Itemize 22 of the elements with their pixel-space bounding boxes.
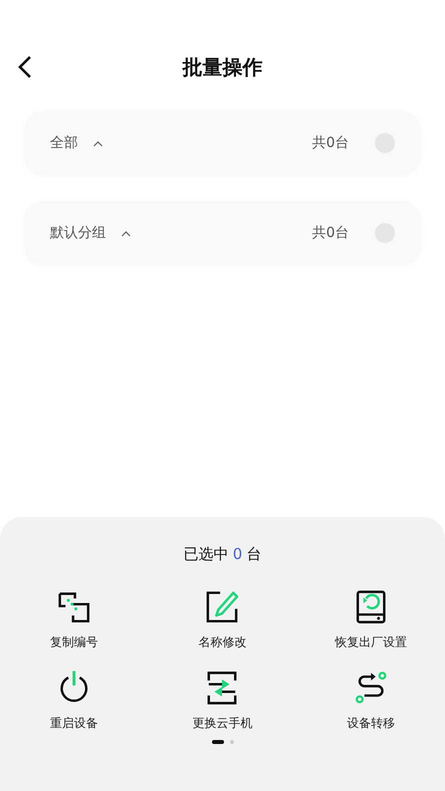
device-count: 共0台 — [312, 134, 349, 152]
page-indicator[interactable] — [212, 740, 224, 744]
group-row[interactable]: 默认分组 共0台 — [24, 201, 421, 265]
selected-count-text: 已选中 0 台 — [184, 545, 262, 564]
group-row[interactable]: 全部 共0台 — [24, 111, 421, 175]
group-name: 默认分组 — [50, 224, 106, 242]
action-button[interactable]: 更换云手机 — [148, 671, 297, 732]
action-button[interactable]: 复制编号 — [0, 590, 148, 651]
action-button[interactable]: 恢复出厂设置 — [296, 590, 445, 651]
caret-icon[interactable] — [92, 139, 104, 147]
caret-icon[interactable] — [120, 229, 132, 237]
swap-icon — [205, 671, 240, 705]
device-count: 共0台 — [312, 224, 349, 242]
edit-icon — [205, 590, 240, 624]
action-button[interactable]: 重启设备 — [0, 671, 148, 732]
action-button[interactable]: 名称修改 — [148, 590, 297, 651]
page-title: 批量操作 — [182, 54, 262, 80]
route-icon — [354, 671, 388, 705]
copy-icon — [57, 590, 92, 624]
drive-icon — [354, 590, 388, 624]
group-name: 全部 — [50, 134, 78, 152]
action-button[interactable]: 设备转移 — [296, 671, 445, 732]
